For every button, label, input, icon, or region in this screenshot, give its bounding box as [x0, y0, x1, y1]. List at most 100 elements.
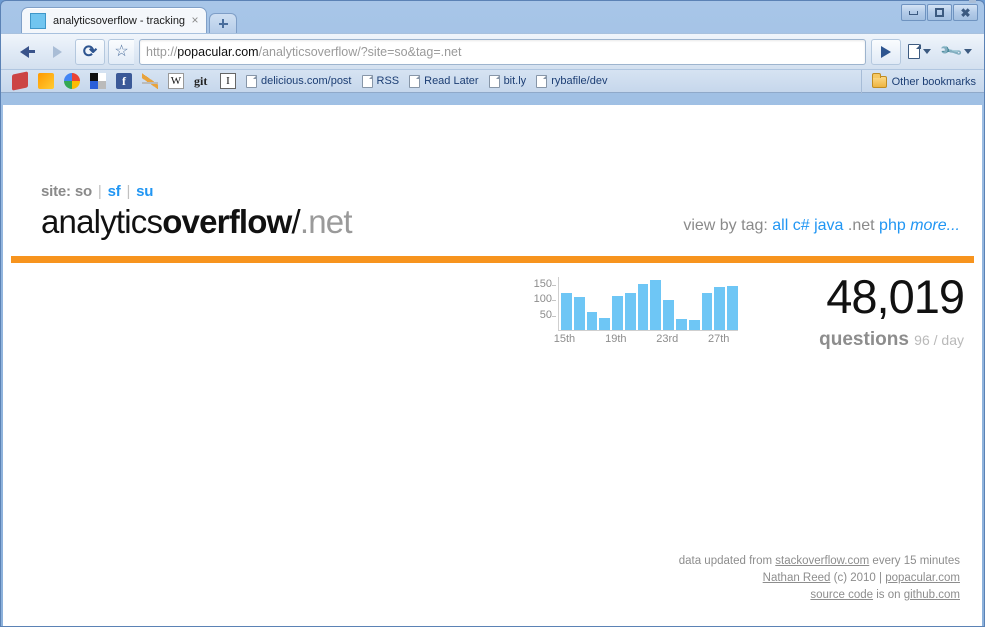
chart-bar: [727, 286, 738, 330]
tab-strip: analyticsoverflow - tracking t... ×: [21, 7, 237, 33]
footer-text: every 15 minutes: [869, 555, 960, 567]
questions-bar-chart: 50 100 150 15th 19th 23rd 27th: [528, 277, 738, 345]
page-footer: data updated from stackoverflow.com ever…: [679, 553, 960, 604]
url-protocol: http://: [146, 44, 178, 59]
document-icon: [246, 74, 257, 88]
question-count-sub: questions 96 / day: [752, 329, 964, 351]
site-separator: |: [126, 183, 131, 200]
tag-link-more[interactable]: more...: [910, 217, 960, 234]
bookmark-item-read-later[interactable]: Read Later: [404, 71, 483, 91]
bookmarks-bar: f W git I delicious.com/post RSS Read La…: [1, 69, 984, 94]
chart-bar: [676, 318, 687, 330]
chart-bar: [573, 296, 585, 330]
document-icon: [409, 74, 421, 88]
footer-link-github[interactable]: github.com: [904, 589, 960, 601]
close-button[interactable]: ✖: [953, 4, 978, 21]
tag-link-all[interactable]: all: [772, 217, 788, 234]
url-text: http://popacular.com/analyticsoverflow/?…: [146, 45, 462, 59]
minimize-button[interactable]: [901, 4, 926, 21]
browser-tab[interactable]: analyticsoverflow - tracking t... ×: [21, 7, 207, 33]
forward-button[interactable]: [42, 0, 976, 65]
bookmark-item[interactable]: f: [111, 71, 137, 91]
page-menu-button[interactable]: [904, 39, 935, 65]
wikipedia-icon: W: [168, 73, 184, 89]
stats-row: 50 100 150 15th 19th 23rd 27th 48,019 questio…: [3, 273, 982, 351]
site-label: site:: [41, 183, 71, 200]
site-link-sf[interactable]: sf: [108, 183, 121, 200]
chevron-down-icon: [923, 49, 932, 54]
footer-link-popacular[interactable]: popacular.com: [885, 572, 960, 584]
maximize-icon: [935, 8, 944, 17]
play-triangle-icon: [881, 45, 892, 58]
question-count: 48,019: [826, 270, 965, 323]
bookmark-item[interactable]: [85, 71, 111, 91]
back-button[interactable]: [9, 39, 39, 65]
bookmark-item-bitly[interactable]: bit.ly: [484, 71, 532, 91]
tag-link-php[interactable]: php: [879, 217, 906, 234]
bookmark-label: RSS: [376, 75, 400, 87]
footer-link-author[interactable]: Nathan Reed: [763, 572, 831, 584]
delicious-icon: [90, 73, 106, 89]
chart-bar: [599, 317, 611, 330]
other-bookmarks-button[interactable]: Other bookmarks: [860, 70, 976, 94]
site-link-su[interactable]: su: [136, 183, 153, 200]
chart-bar: [612, 295, 623, 330]
tab-favicon-icon: [30, 12, 46, 29]
tab-close-icon[interactable]: ×: [188, 13, 202, 28]
bookmark-item[interactable]: [7, 71, 33, 91]
document-icon: [908, 43, 921, 59]
footer-link-stackoverflow[interactable]: stackoverflow.com: [775, 555, 869, 567]
bookmark-label: bit.ly: [503, 75, 527, 87]
bookmark-item-delicious-post[interactable]: delicious.com/post: [241, 71, 357, 91]
bookmark-item[interactable]: git: [189, 71, 215, 91]
page-viewport: site: so | sf | su analyticsoverflow/.ne…: [3, 105, 982, 626]
instapaper-icon: I: [220, 73, 236, 89]
plus-icon: [218, 19, 228, 28]
tag-link-csharp[interactable]: c#: [793, 217, 810, 234]
accent-divider: [11, 256, 974, 263]
question-count-unit: questions: [819, 329, 909, 350]
star-icon: ☆: [114, 42, 129, 60]
chart-y-axis: 50 100 150: [528, 277, 556, 331]
page-title: analyticsoverflow/.net: [41, 203, 353, 241]
new-tab-button[interactable]: [209, 13, 237, 33]
site-selector: site: so | sf | su: [41, 183, 153, 200]
page-content: site: so | sf | su analyticsoverflow/.ne…: [3, 105, 982, 626]
document-icon: [361, 74, 373, 88]
bookmark-item-rybafile[interactable]: rybafile/dev: [531, 71, 612, 91]
minimize-icon: [909, 10, 918, 15]
bookmark-item[interactable]: I: [215, 71, 241, 91]
wrench-icon: 🔧: [939, 39, 965, 64]
chart-bar: [637, 283, 649, 330]
url-path: /analyticsoverflow/?site=so&tag=.net: [258, 44, 462, 59]
chart-x-tick-label: 15th: [553, 333, 576, 345]
stackoverflow-icon: [142, 73, 158, 89]
chart-y-tick: [552, 315, 556, 317]
chevron-down-icon: [964, 49, 972, 54]
bookmark-item[interactable]: [137, 71, 163, 91]
bookmark-item-rss[interactable]: RSS: [357, 71, 405, 91]
bookmarks-icon: [12, 71, 28, 91]
bookmark-item[interactable]: W: [163, 71, 189, 91]
tools-menu-button[interactable]: 🔧: [938, 39, 976, 65]
chart-y-tick: [552, 300, 556, 302]
maximize-button[interactable]: [927, 4, 952, 21]
bookmark-star-button[interactable]: ☆: [108, 38, 134, 65]
address-bar[interactable]: http://popacular.com/analyticsoverflow/?…: [139, 38, 867, 65]
back-arrow-icon: [19, 45, 35, 58]
view-by-tag-label: view by tag:: [683, 217, 768, 234]
reload-button[interactable]: ⟳: [75, 38, 105, 65]
window-controls: ✖: [901, 4, 978, 21]
rss-reader-icon: [38, 73, 54, 89]
bookmark-item[interactable]: [59, 71, 85, 91]
footer-line-1: data updated from stackoverflow.com ever…: [679, 553, 960, 570]
chart-bar: [586, 312, 598, 330]
tag-link-java[interactable]: java: [814, 217, 843, 234]
footer-link-source-code[interactable]: source code: [810, 589, 873, 601]
go-button[interactable]: [871, 38, 902, 65]
site-current: so: [74, 183, 92, 200]
chart-bar: [688, 320, 700, 330]
brand-tld: .net: [299, 203, 353, 240]
bookmark-item[interactable]: [33, 71, 59, 91]
google-icon: [64, 73, 80, 89]
